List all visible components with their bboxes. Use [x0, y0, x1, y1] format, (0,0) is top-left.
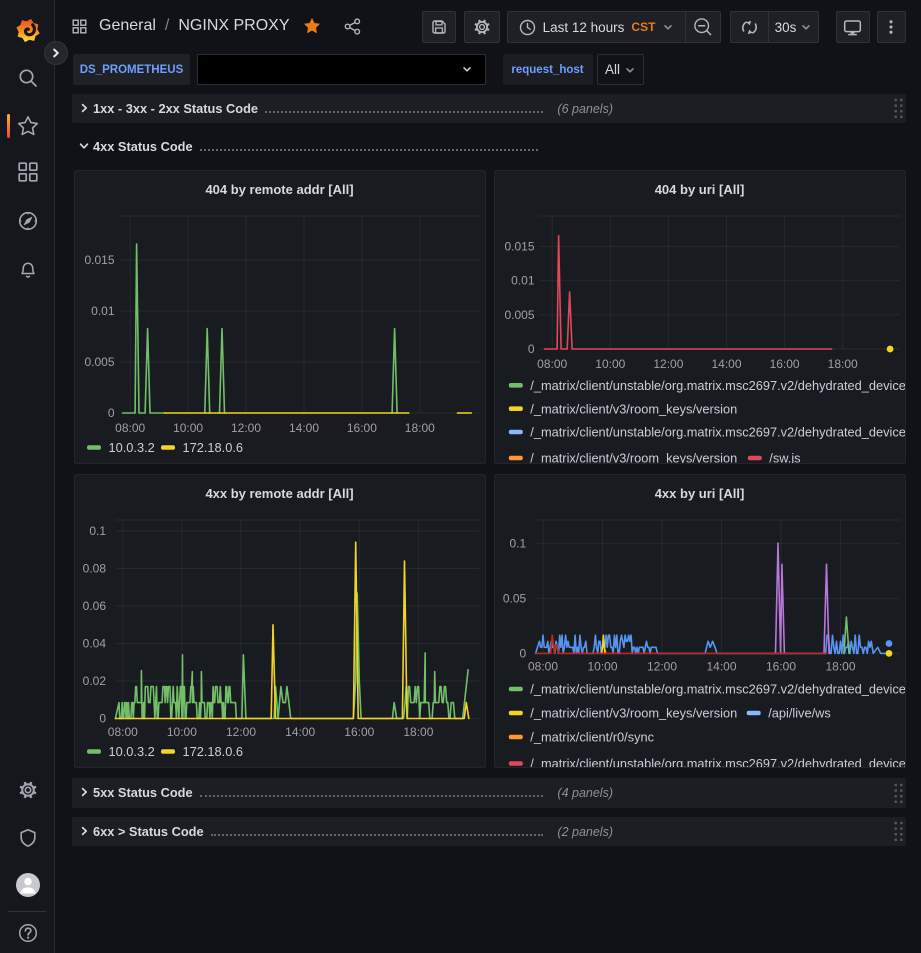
svg-text:08:00: 08:00	[107, 725, 137, 739]
svg-text:18:00: 18:00	[404, 421, 434, 435]
svg-text:0: 0	[107, 406, 114, 420]
svg-text:0.05: 0.05	[502, 591, 526, 605]
svg-text:0.02: 0.02	[82, 674, 106, 688]
svg-text:0.01: 0.01	[511, 274, 535, 288]
svg-text:0.1: 0.1	[89, 524, 106, 538]
svg-text:0.005: 0.005	[84, 355, 114, 369]
svg-text:0.005: 0.005	[504, 308, 534, 322]
svg-text:0.1: 0.1	[509, 536, 526, 550]
svg-text:18:00: 18:00	[403, 725, 433, 739]
svg-text:0.08: 0.08	[82, 562, 106, 576]
svg-text:12:00: 12:00	[653, 357, 683, 371]
svg-text:16:00: 16:00	[346, 421, 376, 435]
svg-text:0.015: 0.015	[504, 239, 534, 253]
svg-text:10:00: 10:00	[587, 660, 617, 674]
svg-text:18:00: 18:00	[827, 357, 857, 371]
svg-text:16:00: 16:00	[765, 660, 795, 674]
svg-text:/_matrix/client/unstable/org.m: /_matrix/client/unstable/org.matrix.msc2…	[530, 756, 906, 768]
svg-text:14:00: 14:00	[711, 357, 741, 371]
svg-text:16:00: 16:00	[344, 725, 374, 739]
svg-text:/_matrix/client/unstable/org.m: /_matrix/client/unstable/org.matrix.msc2…	[530, 378, 906, 393]
svg-text:14:00: 14:00	[706, 660, 736, 674]
svg-text:0.06: 0.06	[82, 599, 106, 613]
svg-text:0: 0	[519, 646, 526, 660]
svg-text:18:00: 18:00	[825, 660, 855, 674]
svg-text:08:00: 08:00	[115, 421, 145, 435]
svg-text:/_matrix/client/unstable/org.m: /_matrix/client/unstable/org.matrix.msc2…	[530, 682, 906, 697]
svg-text:12:00: 12:00	[230, 421, 260, 435]
svg-text:08:00: 08:00	[527, 660, 557, 674]
svg-text:0.04: 0.04	[82, 637, 106, 651]
svg-text:10.0.3.2: 10.0.3.2	[108, 440, 154, 455]
svg-text:10.0.3.2: 10.0.3.2	[108, 744, 154, 759]
svg-text:0: 0	[527, 342, 534, 356]
svg-text:172.18.0.6: 172.18.0.6	[182, 744, 243, 759]
svg-text:/sw.js: /sw.js	[769, 451, 800, 464]
svg-text:0: 0	[99, 712, 106, 726]
svg-text:08:00: 08:00	[537, 357, 567, 371]
svg-text:16:00: 16:00	[769, 357, 799, 371]
svg-text:12:00: 12:00	[225, 725, 255, 739]
svg-text:10:00: 10:00	[166, 725, 196, 739]
svg-text:14:00: 14:00	[288, 421, 318, 435]
svg-text:10:00: 10:00	[595, 357, 625, 371]
svg-text:/_matrix/client/v3/room_keys/v: /_matrix/client/v3/room_keys/version	[530, 451, 737, 464]
svg-text:/_matrix/client/r0/sync: /_matrix/client/r0/sync	[530, 730, 654, 745]
svg-text:14:00: 14:00	[285, 725, 315, 739]
svg-text:0.01: 0.01	[91, 304, 115, 318]
svg-text:10:00: 10:00	[173, 421, 203, 435]
svg-text:0.015: 0.015	[84, 253, 114, 267]
svg-text:/_matrix/client/unstable/org.m: /_matrix/client/unstable/org.matrix.msc2…	[530, 425, 906, 440]
svg-text:12:00: 12:00	[646, 660, 676, 674]
svg-text:/_matrix/client/v3/room_keys/v: /_matrix/client/v3/room_keys/version	[530, 706, 737, 721]
svg-text:172.18.0.6: 172.18.0.6	[182, 440, 243, 455]
svg-text:/api/live/ws: /api/live/ws	[768, 706, 831, 721]
svg-text:/_matrix/client/v3/room_keys/v: /_matrix/client/v3/room_keys/version	[530, 401, 737, 416]
